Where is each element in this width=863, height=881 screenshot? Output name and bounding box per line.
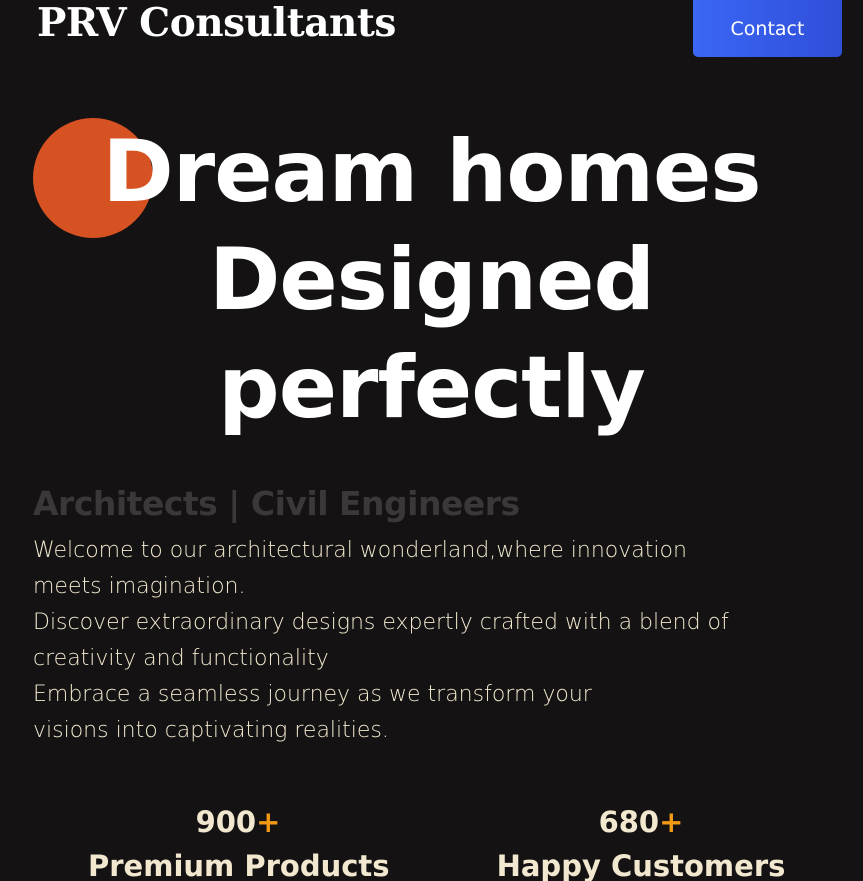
- stat-value: 680+: [491, 803, 791, 841]
- stat-happy-customers: 680+ Happy Customers: [491, 803, 791, 881]
- contact-button[interactable]: Contact: [693, 0, 842, 57]
- intro-line-2: meets imagination.: [33, 574, 246, 599]
- hero-heading: Dream homes Designed perfectly: [0, 118, 863, 442]
- intro-text: Welcome to our architectural wonderland,…: [33, 533, 823, 749]
- hero-line-2: Designed: [208, 230, 655, 330]
- stat-suffix: +: [659, 805, 684, 839]
- intro-line-6: visions into captivating realities.: [33, 718, 389, 743]
- stat-value: 900+: [88, 803, 388, 841]
- stat-label: Premium Products: [88, 849, 390, 881]
- stat-premium-products: 900+ Premium Products: [88, 803, 390, 881]
- stat-suffix: +: [256, 805, 281, 839]
- hero-line-3: perfectly: [218, 338, 646, 438]
- intro-line-3: Discover extraordinary designs expertly …: [33, 610, 729, 635]
- hero-subtitle: Architects | Civil Engineers: [33, 484, 520, 523]
- hero-line-1: Dream homes: [102, 122, 761, 222]
- landing-page: PRV Consultants Contact Dream homes Desi…: [0, 0, 863, 881]
- stat-number: 900: [195, 805, 257, 839]
- intro-line-4: creativity and functionality: [33, 646, 329, 671]
- intro-line-1: Welcome to our architectural wonderland,…: [33, 538, 687, 563]
- stat-label: Happy Customers: [496, 849, 786, 881]
- intro-line-5: Embrace a seamless journey as we transfo…: [33, 682, 592, 707]
- brand-logo[interactable]: PRV Consultants: [37, 0, 396, 46]
- stat-number: 680: [598, 805, 660, 839]
